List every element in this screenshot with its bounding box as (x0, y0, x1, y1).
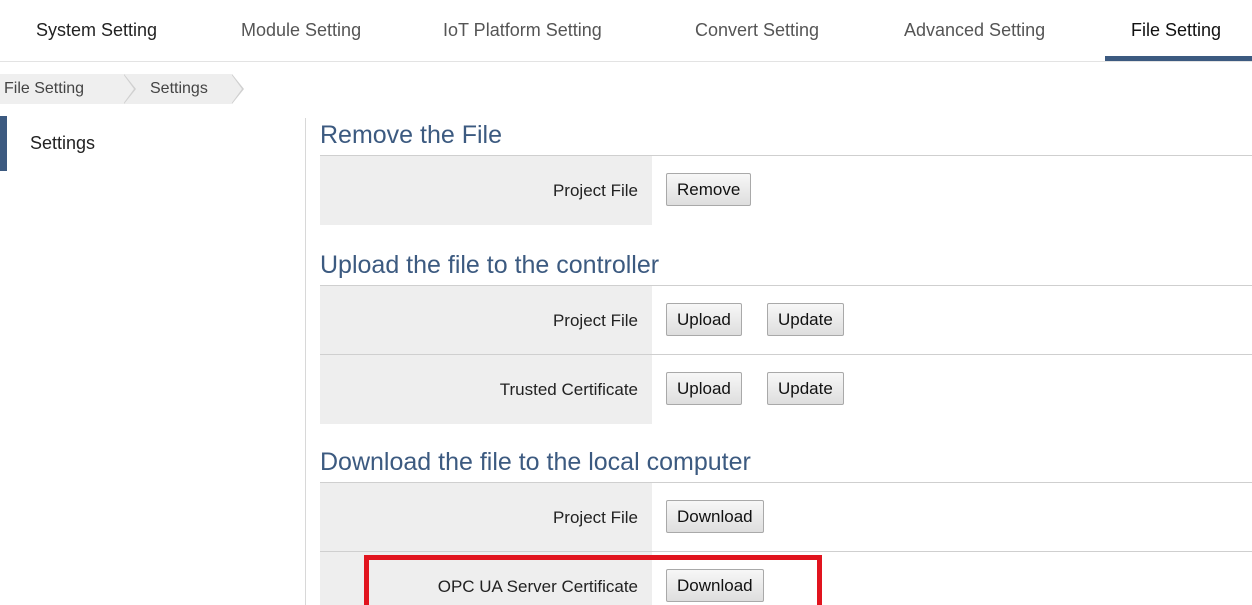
download-opc-ua-certificate-button[interactable]: Download (666, 569, 764, 602)
section-title-remove: Remove the File (320, 121, 503, 149)
row-upload-trusted-certificate: Trusted Certificate Upload Update (320, 354, 1252, 424)
tab-system-setting[interactable]: System Setting (36, 0, 157, 62)
section-title-upload: Upload the file to the controller (320, 251, 660, 279)
upload-trusted-certificate-button[interactable]: Upload (666, 372, 742, 405)
row-label: Project File (320, 286, 652, 355)
section-title-download: Download the file to the local computer (320, 448, 751, 476)
tab-iot-platform-setting[interactable]: IoT Platform Setting (443, 0, 602, 62)
row-value: Upload Update (652, 286, 1252, 355)
row-value: Upload Update (652, 355, 1252, 424)
sidebar-active-indicator (0, 116, 7, 171)
row-upload-project-file: Project File Upload Update (320, 285, 1252, 355)
upload-project-file-button[interactable]: Upload (666, 303, 742, 336)
top-navigation: System Setting Module Setting IoT Platfo… (0, 0, 1252, 62)
breadcrumb-separator-fill (123, 74, 134, 104)
row-label: Project File (320, 483, 652, 552)
row-download-project-file: Project File Download (320, 482, 1252, 552)
tab-advanced-setting[interactable]: Advanced Setting (904, 0, 1045, 62)
remove-project-file-button[interactable]: Remove (666, 173, 752, 206)
row-value: Download (652, 483, 1252, 552)
active-tab-indicator (1105, 56, 1252, 61)
download-project-file-button[interactable]: Download (666, 500, 764, 533)
update-project-file-button[interactable]: Update (767, 303, 844, 336)
sidebar-item-label: Settings (30, 133, 96, 153)
sidebar-divider (305, 118, 306, 605)
row-value: Remove (652, 156, 1252, 225)
update-trusted-certificate-button[interactable]: Update (767, 372, 844, 405)
row-remove-project-file: Project File Remove (320, 155, 1252, 225)
row-download-opc-ua-certificate: OPC UA Server Certificate Download (320, 551, 1252, 605)
row-label: OPC UA Server Certificate (320, 552, 652, 605)
tab-convert-setting[interactable]: Convert Setting (695, 0, 819, 62)
sidebar-item-settings[interactable]: Settings (0, 116, 300, 171)
row-value: Download (652, 552, 1252, 605)
row-label: Trusted Certificate (320, 355, 652, 424)
breadcrumb-item-file-setting[interactable]: File Setting (0, 74, 124, 104)
tab-file-setting[interactable]: File Setting (1131, 0, 1221, 62)
breadcrumb-item-settings[interactable]: Settings (124, 74, 232, 104)
row-label: Project File (320, 156, 652, 225)
breadcrumb-separator-fill (231, 74, 242, 104)
tab-module-setting[interactable]: Module Setting (241, 0, 361, 62)
